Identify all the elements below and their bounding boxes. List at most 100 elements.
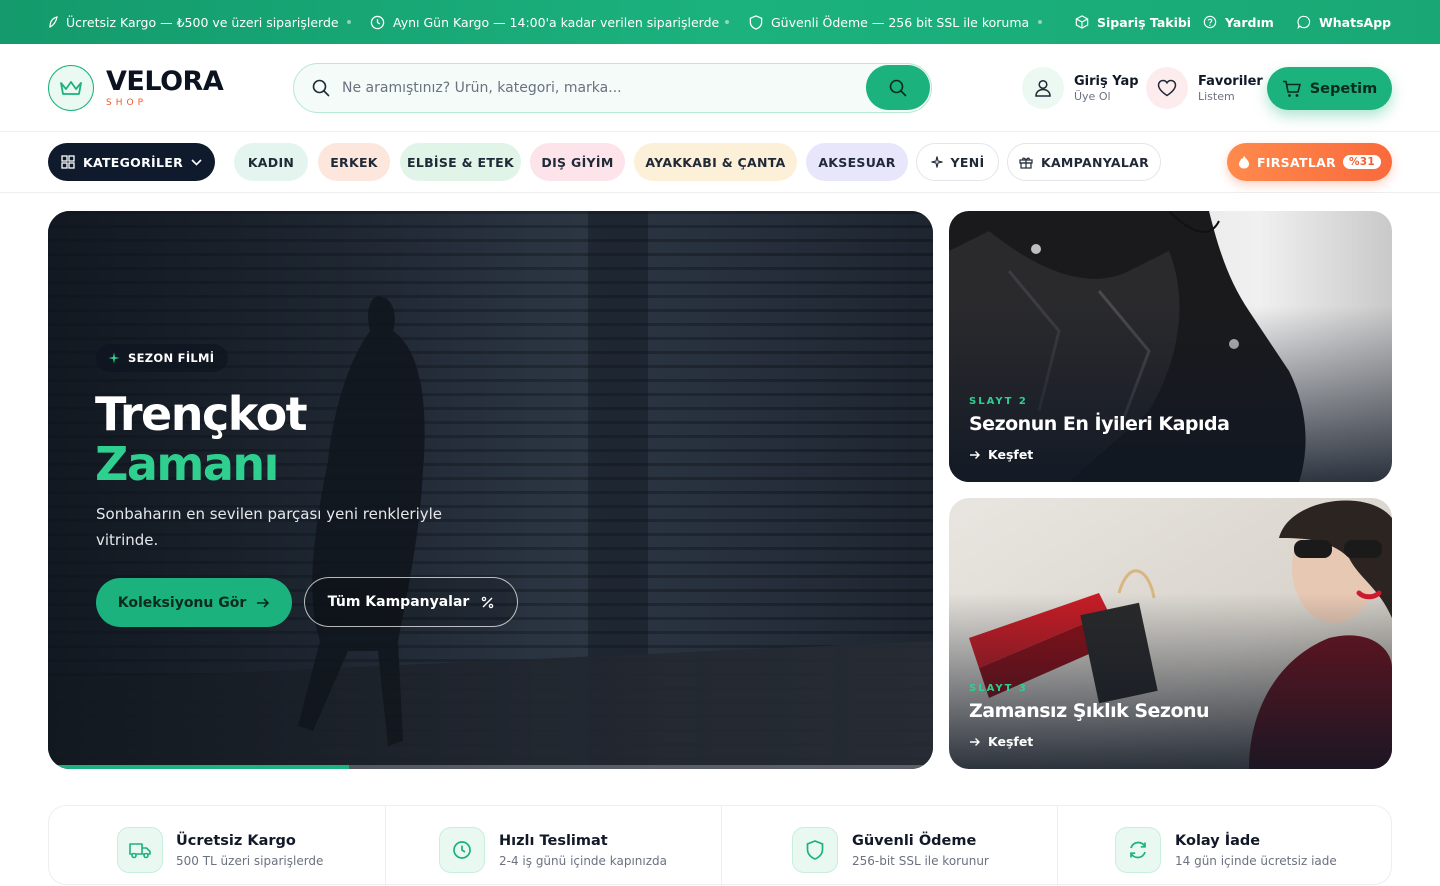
whatsapp-label: WhatsApp <box>1319 14 1392 30</box>
slider-progress-fill <box>48 765 349 769</box>
nav-item-campaigns[interactable]: KAMPANYALAR <box>1007 143 1161 181</box>
slide-3-explore-label: Keşfet <box>988 734 1034 749</box>
search-icon <box>312 79 330 97</box>
feature-title: Hızlı Teslimat <box>499 833 608 849</box>
category-nav: KATEGORİLER KADIN ERKEK ELBİSE & ETEK DI… <box>0 132 1440 193</box>
campaigns-label: KAMPANYALAR <box>1040 154 1150 170</box>
cart-button[interactable]: Sepetim <box>1267 67 1392 110</box>
feature-title: Kolay İade <box>1175 833 1261 849</box>
feature-subtitle: 2-4 iş günü içinde kapınızda <box>499 854 667 868</box>
hero-title-line2: Zamanı <box>95 437 279 491</box>
categories-dropdown-button[interactable]: KATEGORİLER <box>48 143 215 181</box>
box-icon <box>1075 15 1089 29</box>
clock-icon <box>439 827 485 873</box>
arrow-right-icon <box>256 597 270 609</box>
discount-badge: %31 <box>1342 155 1382 169</box>
shopping-woman-image <box>949 498 1392 769</box>
same-day-notice: Aynı Gün Kargo — 14:00'a kadar verilen s… <box>370 0 719 44</box>
same-day-text: Aynı Gün Kargo — 14:00'a kadar verilen s… <box>393 14 720 30</box>
logo[interactable] <box>48 65 94 111</box>
sparkle-icon <box>930 156 943 168</box>
all-campaigns-label: Tüm Kampanyalar <box>327 594 470 610</box>
whatsapp-link[interactable]: WhatsApp <box>1297 0 1391 44</box>
gift-icon <box>1019 155 1033 169</box>
slide-2-label: SLAYT 2 <box>969 396 1028 407</box>
cart-icon <box>1282 80 1302 98</box>
login-button[interactable]: Giriş Yap Üye Ol <box>1022 67 1139 109</box>
flame-icon <box>1238 155 1250 169</box>
slide-3-label: SLAYT 3 <box>969 683 1028 694</box>
user-icon <box>1022 67 1064 109</box>
favorites-title: Favoriler <box>1198 73 1263 89</box>
crown-icon <box>59 79 83 97</box>
slide-card-2[interactable]: SLAYT 2 Sezonun En İyileri Kapıda Keşfet <box>949 211 1392 482</box>
chevron-down-icon <box>191 158 202 166</box>
view-collection-label: Koleksiyonu Gör <box>117 594 247 611</box>
clock-icon <box>370 15 385 30</box>
hero-badge-label: SEZON FİLMİ <box>128 351 215 365</box>
feature-secure-payment: Güvenli Ödeme 256-bit SSL ile korunur <box>721 806 1057 886</box>
nav-item-outerwear[interactable]: DIŞ GİYİM <box>530 143 625 181</box>
divider-dot <box>1038 20 1042 24</box>
feature-title: Ücretsiz Kargo <box>176 833 296 849</box>
free-shipping-notice: Ücretsiz Kargo — ₺500 ve üzeri siparişle… <box>48 0 339 44</box>
heart-icon <box>1146 67 1188 109</box>
chat-bubble-icon <box>1297 15 1311 29</box>
feature-easy-return: Kolay İade 14 gün içinde ücretsiz iade <box>1057 806 1393 886</box>
order-tracking-label: Sipariş Takibi <box>1097 14 1192 30</box>
free-shipping-text: Ücretsiz Kargo — ₺500 ve üzeri siparişle… <box>66 14 339 30</box>
view-collection-button[interactable]: Koleksiyonu Gör <box>96 578 292 627</box>
feature-subtitle: 14 gün içinde ücretsiz iade <box>1175 854 1337 868</box>
refresh-icon <box>1115 827 1161 873</box>
nav-item-dresses-skirts[interactable]: ELBİSE & ETEK <box>400 143 521 181</box>
hero-badge: SEZON FİLMİ <box>96 344 229 372</box>
order-tracking-link[interactable]: Sipariş Takibi <box>1075 0 1191 44</box>
hero-slider[interactable]: SEZON FİLMİ Trençkot Zamanı Sonbaharın e… <box>48 211 933 769</box>
slide-card-3[interactable]: SLAYT 3 Zamansız Şıklık Sezonu Keşfet <box>949 498 1392 769</box>
all-campaigns-button[interactable]: Tüm Kampanyalar <box>304 577 518 627</box>
feature-subtitle: 256-bit SSL ile korunur <box>852 854 989 868</box>
deals-button[interactable]: FIRSATLAR %31 <box>1227 143 1392 181</box>
cart-label: Sepetim <box>1309 80 1378 97</box>
favorites-subtitle: Listem <box>1198 89 1235 103</box>
site-header: VELORA SHOP Giriş Yap Üye Ol Favoriler L… <box>0 44 1440 132</box>
search-button[interactable] <box>866 65 930 110</box>
feature-fast-delivery: Hızlı Teslimat 2-4 iş günü içinde kapını… <box>385 806 721 886</box>
sparkle-icon <box>108 352 120 364</box>
slide-3-explore-link[interactable]: Keşfet <box>969 734 1033 749</box>
deals-label: FIRSATLAR <box>1256 154 1336 170</box>
slide-3-title: Zamansız Şıklık Sezonu <box>969 700 1210 722</box>
divider-dot <box>347 20 351 24</box>
login-title: Giriş Yap <box>1074 73 1139 89</box>
grid-icon <box>61 155 75 169</box>
slide-2-explore-link[interactable]: Keşfet <box>969 447 1033 462</box>
arrow-right-icon <box>969 737 981 747</box>
favorites-button[interactable]: Favoriler Listem <box>1146 67 1263 109</box>
help-link[interactable]: Yardım <box>1203 0 1274 44</box>
secure-payment-notice: Güvenli Ödeme — 256 bit SSL ile koruma <box>749 0 1029 44</box>
features-strip: Ücretsiz Kargo 500 TL üzeri siparişlerde… <box>48 805 1393 886</box>
divider-dot <box>725 20 729 24</box>
new-label: YENİ <box>950 154 985 170</box>
secure-payment-text: Güvenli Ödeme — 256 bit SSL ile koruma <box>771 14 1030 30</box>
leather-jacket-image <box>949 211 1392 482</box>
nav-item-accessories[interactable]: AKSESUAR <box>806 143 908 181</box>
slide-2-title: Sezonun En İyileri Kapıda <box>969 413 1230 435</box>
top-announcement-bar: Ücretsiz Kargo — ₺500 ve üzeri siparişle… <box>0 0 1440 44</box>
slide-2-explore-label: Keşfet <box>988 447 1034 462</box>
help-label: Yardım <box>1225 14 1274 30</box>
hero-title-line1: Trençkot <box>95 387 308 441</box>
percent-icon <box>481 596 494 609</box>
brand-name[interactable]: VELORA <box>106 66 224 97</box>
nav-item-shoes-bags[interactable]: AYAKKABI & ÇANTA <box>634 143 797 181</box>
nav-item-women[interactable]: KADIN <box>234 143 308 181</box>
truck-icon <box>117 827 163 873</box>
brand-subtitle: SHOP <box>106 98 147 108</box>
search-input[interactable] <box>342 64 852 111</box>
shield-icon <box>749 14 763 30</box>
categories-label: KATEGORİLER <box>82 154 184 170</box>
nav-item-new[interactable]: YENİ <box>916 143 999 181</box>
shield-icon <box>792 827 838 873</box>
nav-item-men[interactable]: ERKEK <box>318 143 390 181</box>
hero-description: Sonbaharın en sevilen parçası yeni renkl… <box>96 505 443 549</box>
